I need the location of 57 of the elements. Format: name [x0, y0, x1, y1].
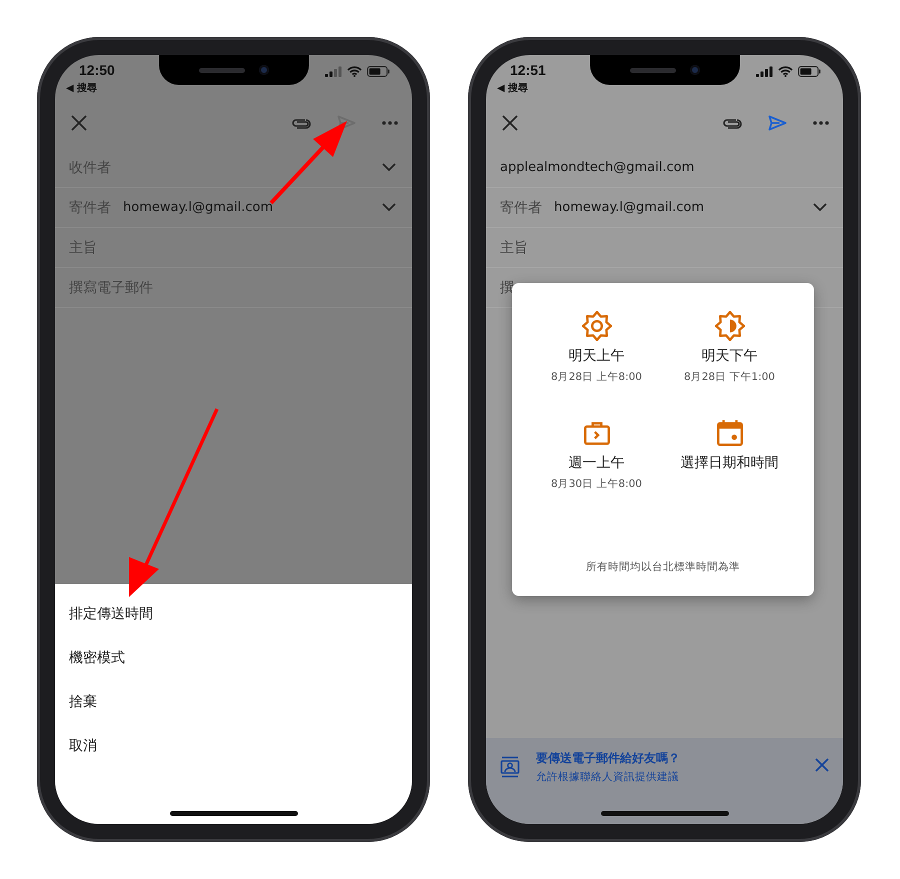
paperclip-icon[interactable]	[291, 116, 311, 128]
menu-item[interactable]: 捨棄	[55, 680, 412, 724]
banner-subtitle: 允許根據聯絡人資訊提供建議	[536, 770, 680, 784]
timezone-note: 所有時間均以台北標準時間為準	[586, 560, 740, 574]
field-label: 主旨	[69, 238, 97, 256]
option-title[interactable]: 週一上午	[568, 454, 624, 472]
field-label: 撰	[500, 278, 514, 296]
camera	[690, 65, 700, 75]
contact-card-icon	[500, 756, 520, 778]
field-value: homeway.l@gmail.com	[554, 200, 704, 215]
status-time: 12:50	[79, 62, 115, 78]
speaker	[630, 68, 676, 72]
field-label: 撰寫電子郵件	[69, 278, 153, 296]
signal-icon	[756, 66, 773, 76]
option-title[interactable]: 明天上午	[568, 347, 624, 365]
brightness-icon	[714, 311, 744, 341]
close-icon[interactable]	[502, 114, 518, 130]
menu-item[interactable]: 機密模式	[55, 636, 412, 680]
menu-item[interactable]: 取消	[55, 724, 412, 768]
option-time: 8月28日 上午8:00	[551, 370, 642, 384]
chevron-down-icon[interactable]	[382, 163, 396, 172]
chevron-down-icon[interactable]	[813, 203, 827, 212]
battery-icon	[798, 66, 821, 76]
option-time: 8月30日 上午8:00	[551, 477, 642, 491]
option-title[interactable]: 選擇日期和時間	[680, 454, 778, 472]
more-icon[interactable]	[813, 120, 829, 124]
close-icon[interactable]	[71, 114, 87, 130]
form-row[interactable]: 主旨	[486, 228, 843, 268]
paperclip-icon[interactable]	[722, 116, 742, 128]
field-label: 寄件者	[69, 198, 111, 216]
field-value: homeway.l@gmail.com	[123, 200, 274, 215]
form-row[interactable]: 寄件者 homeway.l@gmail.com	[486, 188, 843, 228]
battery-icon	[367, 66, 390, 76]
field-label: 收件者	[69, 158, 111, 176]
send-icon[interactable]	[768, 114, 787, 130]
wifi-icon	[778, 66, 793, 76]
form-row[interactable]: 寄件者 homeway.l@gmail.com	[55, 188, 412, 228]
form-row[interactable]: applealmondtech@gmail.com	[486, 148, 843, 188]
wifi-icon	[347, 66, 362, 76]
field-label: 寄件者	[500, 198, 542, 216]
more-icon[interactable]	[382, 120, 398, 124]
field-value: applealmondtech@gmail.com	[500, 160, 694, 175]
status-time: 12:51	[510, 62, 546, 78]
option-title[interactable]: 明天下午	[702, 347, 758, 365]
sun-icon	[582, 311, 612, 341]
field-label: 主旨	[500, 238, 528, 256]
menu-item[interactable]: 排定傳送時間	[55, 592, 412, 636]
signal-icon	[325, 66, 342, 76]
chevron-down-icon[interactable]	[382, 203, 396, 212]
back-link[interactable]: ◀ 搜尋	[66, 81, 115, 95]
camera	[258, 65, 268, 75]
calendar-icon	[714, 418, 744, 448]
close-icon[interactable]	[815, 758, 829, 772]
banner-title: 要傳送電子郵件給好友嗎？	[536, 750, 681, 767]
speaker	[198, 68, 244, 72]
back-link[interactable]: ◀ 搜尋	[497, 81, 546, 95]
option-time: 8月28日 下午1:00	[684, 370, 775, 384]
